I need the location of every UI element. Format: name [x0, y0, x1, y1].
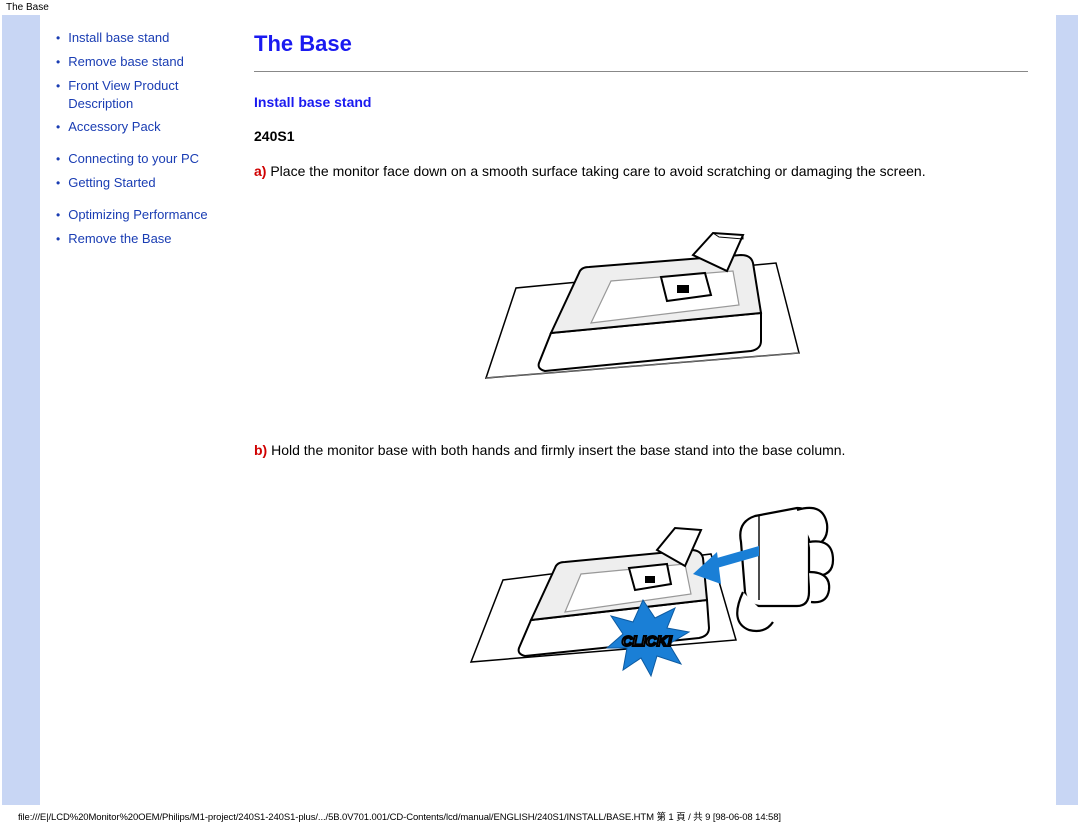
step-text: Place the monitor face down on a smooth …	[270, 163, 925, 179]
click-badge-text: CLICK!	[622, 633, 673, 650]
bullet-icon: •	[56, 77, 60, 95]
sidebar-item-label: Connecting to your PC	[68, 150, 199, 168]
figure-a-monitor-face-down	[254, 193, 1028, 411]
sidebar-item-remove-base-stand[interactable]: • Remove base stand	[56, 53, 224, 71]
bullet-icon: •	[56, 230, 60, 248]
figure-b-insert-base-stand: CLICK!	[254, 472, 1028, 685]
sidebar-item-label: Remove the Base	[68, 230, 171, 248]
sidebar-item-label: Remove base stand	[68, 53, 184, 71]
main-content: The Base Install base stand 240S1 a) Pla…	[236, 15, 1056, 805]
sidebar-item-front-view-product-description[interactable]: • Front View Product Description	[56, 77, 224, 112]
step-b: b) Hold the monitor base with both hands…	[254, 441, 1028, 460]
step-letter: b)	[254, 442, 267, 458]
sidebar-item-label: Accessory Pack	[68, 118, 160, 136]
sidebar-item-remove-the-base[interactable]: • Remove the Base	[56, 230, 224, 248]
right-decorative-rail	[1056, 15, 1078, 805]
sidebar-item-label: Install base stand	[68, 29, 169, 47]
sidebar-item-label: Front View Product Description	[68, 77, 224, 112]
step-a: a) Place the monitor face down on a smoo…	[254, 162, 1028, 181]
sidebar-item-optimizing-performance[interactable]: • Optimizing Performance	[56, 206, 224, 224]
section-heading: Install base stand	[254, 94, 1028, 110]
bullet-icon: •	[56, 150, 60, 168]
left-decorative-rail	[2, 15, 40, 805]
sidebar-item-connecting-to-your-pc[interactable]: • Connecting to your PC	[56, 150, 224, 168]
page-frame: • Install base stand • Remove base stand…	[2, 15, 1078, 805]
sidebar-nav: • Install base stand • Remove base stand…	[40, 15, 236, 805]
sidebar-item-accessory-pack[interactable]: • Accessory Pack	[56, 118, 224, 136]
bullet-icon: •	[56, 53, 60, 71]
footer-path: file:///E|/LCD%20Monitor%20OEM/Philips/M…	[0, 805, 1080, 831]
bullet-icon: •	[56, 174, 60, 192]
step-letter: a)	[254, 163, 266, 179]
page-title: The Base	[254, 31, 1028, 57]
sidebar-item-label: Getting Started	[68, 174, 155, 192]
sidebar-item-label: Optimizing Performance	[68, 206, 207, 224]
step-text: Hold the monitor base with both hands an…	[271, 442, 845, 458]
divider	[254, 71, 1028, 72]
bullet-icon: •	[56, 29, 60, 47]
header-tab: The Base	[0, 0, 1080, 15]
bullet-icon: •	[56, 118, 60, 136]
sidebar-item-install-base-stand[interactable]: • Install base stand	[56, 29, 224, 47]
bullet-icon: •	[56, 206, 60, 224]
model-number: 240S1	[254, 128, 1028, 144]
sidebar-item-getting-started[interactable]: • Getting Started	[56, 174, 224, 192]
